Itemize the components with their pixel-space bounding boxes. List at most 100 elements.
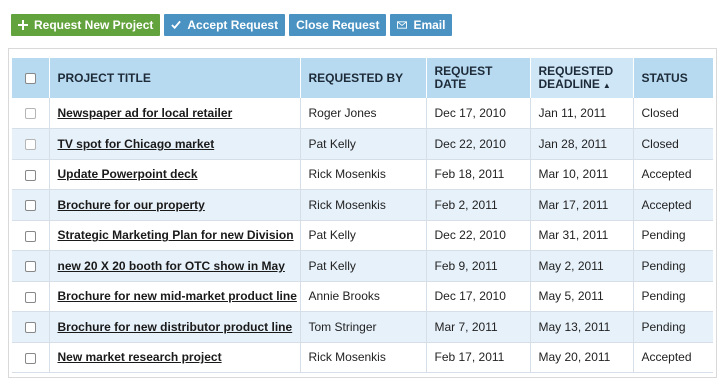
status-cell: Accepted	[633, 342, 713, 373]
row-checkbox-cell	[12, 342, 50, 373]
row-checkbox[interactable]	[24, 230, 36, 242]
deadline-cell: May 5, 2011	[530, 281, 634, 312]
row-checkbox-cell	[12, 159, 50, 190]
project-title-cell: Newspaper ad for local retailer	[49, 98, 301, 129]
deadline-cell: Mar 31, 2011	[530, 220, 634, 251]
project-title-link[interactable]: TV spot for Chicago market	[58, 137, 215, 151]
status-cell: Pending	[633, 311, 713, 343]
deadline-cell: Jan 11, 2011	[530, 98, 634, 129]
request-date-cell: Feb 18, 2011	[426, 159, 531, 190]
project-title-link[interactable]: Brochure for new mid-market product line	[58, 289, 297, 303]
header-request-date-line1: REQUEST	[434, 64, 493, 78]
requested-by-cell: Pat Kelly	[300, 220, 427, 251]
email-button[interactable]: Email	[390, 14, 453, 36]
project-title-link[interactable]: Strategic Marketing Plan for new Divisio…	[58, 228, 294, 242]
status-cell: Accepted	[633, 189, 713, 221]
project-title-link[interactable]: Brochure for new distributor product lin…	[58, 320, 293, 334]
envelope-icon	[397, 20, 408, 30]
row-checkbox-cell	[12, 220, 50, 251]
request-date-cell: Feb 9, 2011	[426, 250, 531, 282]
projects-table: PROJECT TITLE REQUESTED BY REQUEST DATE …	[12, 58, 713, 373]
select-all-checkbox[interactable]	[24, 72, 36, 84]
header-status[interactable]: STATUS	[633, 58, 713, 98]
header-request-date-line2: DATE	[434, 77, 467, 91]
project-title-cell: New market research project	[49, 342, 301, 373]
header-deadline-line2: DEADLINE	[538, 76, 600, 91]
checkmark-icon	[171, 20, 182, 30]
deadline-cell: May 20, 2011	[530, 342, 634, 373]
header-requested-by[interactable]: REQUESTED BY	[300, 58, 427, 98]
requested-by-cell: Pat Kelly	[300, 128, 427, 160]
requested-by-cell: Pat Kelly	[300, 250, 427, 282]
request-date-cell: Dec 22, 2010	[426, 128, 531, 160]
row-checkbox[interactable]	[24, 352, 36, 364]
row-checkbox-cell	[12, 98, 50, 129]
request-new-project-button[interactable]: Request New Project	[11, 14, 161, 36]
project-title-cell: Strategic Marketing Plan for new Divisio…	[49, 220, 301, 251]
table-row[interactable]: Update Powerpoint deck Rick Mosenkis Feb 1…	[12, 159, 713, 190]
project-title-link[interactable]: New market research project	[58, 350, 222, 364]
row-checkbox[interactable]	[24, 108, 36, 120]
status-cell: Closed	[633, 128, 713, 160]
project-title-cell: new 20 X 20 booth for OTC show in May	[49, 250, 301, 282]
table-row[interactable]: Newspaper ad for local retailer Roger Jon…	[12, 98, 713, 129]
requested-by-cell: Roger Jones	[300, 98, 427, 129]
email-label: Email	[413, 18, 446, 32]
project-title-link[interactable]: Brochure for our property	[58, 198, 205, 212]
close-request-label: Close Request	[296, 18, 380, 32]
status-cell: Pending	[633, 250, 713, 282]
requested-by-cell: Rick Mosenkis	[300, 342, 427, 373]
plus-icon	[18, 20, 28, 30]
row-checkbox-cell	[12, 189, 50, 221]
request-date-cell: Dec 22, 2010	[426, 220, 531, 251]
header-project-title[interactable]: PROJECT TITLE	[49, 58, 301, 98]
table-row[interactable]: Brochure for our property Rick Mosenkis Fe…	[12, 189, 713, 221]
row-checkbox[interactable]	[24, 139, 36, 151]
row-checkbox-cell	[12, 128, 50, 160]
select-all-cell	[12, 58, 50, 98]
project-title-cell: Brochure for new mid-market product line	[49, 281, 301, 312]
table-row[interactable]: Brochure for new distributor product lin…	[12, 311, 713, 343]
table-row[interactable]: TV spot for Chicago market Pat Kelly Dec 2…	[12, 128, 713, 160]
project-title-link[interactable]: Update Powerpoint deck	[58, 167, 198, 181]
table-row[interactable]: Strategic Marketing Plan for new Divisio…	[12, 220, 713, 251]
sort-ascending-icon: ▲	[602, 80, 611, 90]
table-row[interactable]: Brochure for new mid-market product line…	[12, 281, 713, 312]
row-checkbox[interactable]	[24, 291, 36, 303]
requested-by-cell: Rick Mosenkis	[300, 189, 427, 221]
deadline-cell: Jan 28, 2011	[530, 128, 634, 160]
deadline-cell: Mar 10, 2011	[530, 159, 634, 190]
row-checkbox[interactable]	[24, 169, 36, 181]
request-date-cell: Feb 2, 2011	[426, 189, 531, 221]
request-date-cell: Feb 17, 2011	[426, 342, 531, 373]
header-request-date[interactable]: REQUEST DATE	[426, 58, 531, 98]
project-title-link[interactable]: Newspaper ad for local retailer	[58, 106, 233, 120]
status-cell: Pending	[633, 220, 713, 251]
row-checkbox[interactable]	[24, 200, 36, 212]
project-title-cell: Brochure for new distributor product lin…	[49, 311, 301, 343]
project-title-cell: Brochure for our property	[49, 189, 301, 221]
row-checkbox-cell	[12, 311, 50, 343]
request-date-cell: Dec 17, 2010	[426, 98, 531, 129]
project-title-link[interactable]: new 20 X 20 booth for OTC show in May	[58, 259, 285, 273]
requested-by-cell: Annie Brooks	[300, 281, 427, 312]
row-checkbox[interactable]	[24, 261, 36, 273]
status-cell: Pending	[633, 281, 713, 312]
accept-request-label: Accept Request	[187, 18, 279, 32]
header-deadline-line1: REQUESTED	[538, 63, 614, 78]
table-row[interactable]: New market research project Rick Mosenkis…	[12, 342, 713, 373]
request-date-cell: Dec 17, 2010	[426, 281, 531, 312]
row-checkbox[interactable]	[24, 322, 36, 334]
row-checkbox-cell	[12, 250, 50, 282]
table-row[interactable]: new 20 X 20 booth for OTC show in May Pat…	[12, 250, 713, 282]
table-header-row: PROJECT TITLE REQUESTED BY REQUEST DATE …	[12, 58, 713, 98]
accept-request-button[interactable]: Accept Request	[164, 14, 286, 36]
request-new-project-label: Request New Project	[34, 18, 154, 32]
requested-by-cell: Rick Mosenkis	[300, 159, 427, 190]
header-requested-deadline[interactable]: REQUESTED DEADLINE ▲	[530, 58, 634, 98]
toolbar: Request New Project Accept Request Close…	[11, 14, 453, 36]
row-checkbox-cell	[12, 281, 50, 312]
close-request-button[interactable]: Close Request	[289, 14, 387, 36]
projects-panel: PROJECT TITLE REQUESTED BY REQUEST DATE …	[8, 48, 717, 378]
deadline-cell: May 2, 2011	[530, 250, 634, 282]
